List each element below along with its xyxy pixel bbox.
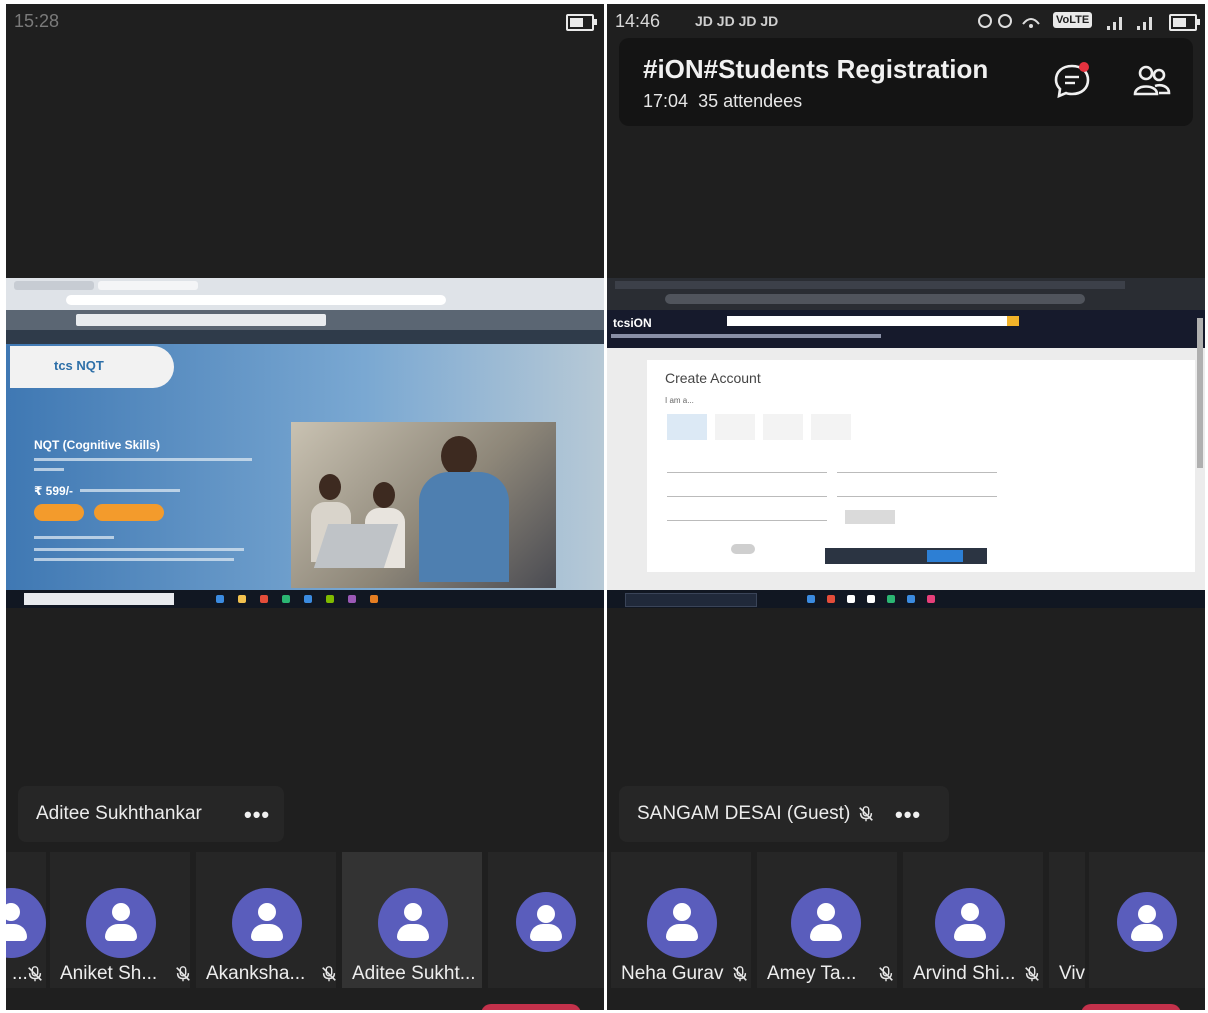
more-options-icon[interactable]: •••	[895, 802, 921, 828]
students-photo	[291, 422, 556, 588]
presenter-name-chip[interactable]: SANGAM DESAI (Guest) •••	[619, 786, 949, 842]
presenter-name: SANGAM DESAI (Guest)	[637, 803, 851, 824]
mic-off-icon	[859, 806, 873, 822]
shared-browser-toolbar	[607, 278, 1205, 310]
participant-name: Aniket Sh...	[60, 963, 158, 984]
participant-name: Neha Gurav	[621, 963, 724, 984]
avatar	[647, 888, 717, 958]
right-meeting-screen: 14:46 JD JD JD JD VoLTE #iON#Students Re…	[607, 4, 1205, 1010]
avatar	[6, 888, 46, 958]
avatar	[232, 888, 302, 958]
wifi-icon	[978, 14, 1040, 28]
tcsion-site-header: tcsiON	[607, 310, 1205, 348]
status-time: 15:28	[14, 11, 60, 31]
participant-name: Amey Ta...	[767, 963, 857, 984]
battery-icon	[566, 14, 597, 31]
nqt-price: ₹ 599/-	[34, 484, 74, 498]
chat-icon[interactable]	[1051, 60, 1093, 102]
participant-name: Aditee Sukht...	[352, 963, 476, 984]
participant-tile[interactable]: Amey Ta...	[757, 852, 897, 988]
meeting-title: #iON#Students Registration	[643, 54, 989, 84]
mic-off-icon	[176, 966, 190, 982]
volte-badge: VoLTE	[1053, 12, 1093, 28]
mic-off-icon	[879, 966, 893, 982]
screen-share-view[interactable]: tcsiON Create Account I am a...	[607, 278, 1205, 608]
participant-name: Viv	[1059, 963, 1086, 984]
participant-name: Akanksha...	[206, 963, 306, 984]
buy-now-button	[34, 504, 84, 521]
more-options-icon[interactable]: •••	[244, 802, 270, 828]
shared-taskbar	[607, 590, 1205, 608]
activate-now-button	[94, 504, 164, 521]
avatar	[516, 892, 576, 952]
participant-name: Arvind Shi...	[913, 963, 1016, 984]
create-account-form: Create Account I am a...	[647, 360, 1195, 572]
create-account-title: Create Account	[665, 370, 761, 386]
left-meeting-screen: 15:28 tcs NQT NQT (Cognitive Skills) ₹ 5…	[6, 4, 604, 1010]
avatar	[791, 888, 861, 958]
avatar	[935, 888, 1005, 958]
end-call-button[interactable]	[481, 1004, 581, 1010]
attendee-count: 35 attendees	[698, 91, 803, 111]
shared-scrollbar	[1197, 318, 1203, 468]
participant-tile[interactable]: ...	[6, 852, 46, 988]
status-bar: 15:28	[6, 4, 604, 38]
meeting-info: 17:04 35 attendees	[643, 91, 802, 112]
participant-tile-active[interactable]: Aditee Sukht...	[342, 852, 482, 988]
participants-icon[interactable]	[1131, 60, 1173, 102]
carrier-labels: JD JD JD JD	[695, 13, 779, 29]
mic-off-icon	[733, 966, 747, 982]
participant-tile[interactable]: Aniket Sh...	[50, 852, 190, 988]
mic-off-icon	[322, 966, 336, 982]
participant-tile[interactable]: Viv	[1049, 852, 1085, 988]
signal-icon	[1107, 17, 1152, 30]
participant-tile[interactable]: Akanksha...	[196, 852, 336, 988]
avatar	[86, 888, 156, 958]
screen-share-view[interactable]: tcs NQT NQT (Cognitive Skills) ₹ 599/-	[6, 278, 604, 608]
participant-tile[interactable]: Arvind Shi...	[903, 852, 1043, 988]
avatar	[378, 888, 448, 958]
status-bar: 14:46 JD JD JD JD VoLTE	[607, 4, 1205, 38]
participant-tile[interactable]	[1089, 852, 1205, 988]
end-call-button[interactable]	[1081, 1004, 1181, 1010]
battery-icon	[1169, 14, 1200, 31]
mic-off-icon	[1025, 966, 1039, 982]
avatar	[1117, 892, 1177, 952]
nqt-title: NQT (Cognitive Skills)	[34, 438, 161, 452]
participant-tile[interactable]: Neha Gurav	[611, 852, 751, 988]
presenter-name-chip[interactable]: Aditee Sukhthankar •••	[18, 786, 284, 842]
participant-tile[interactable]	[488, 852, 604, 988]
shared-browser-toolbar	[6, 278, 604, 310]
shared-taskbar	[6, 590, 604, 608]
meeting-header: #iON#Students Registration 17:04 35 atte…	[619, 38, 1193, 126]
tcs-nqt-logo: tcs NQT	[10, 346, 174, 388]
status-time: 14:46	[615, 11, 661, 31]
meeting-elapsed-time: 17:04	[643, 91, 689, 111]
presenter-name: Aditee Sukhthankar	[36, 803, 202, 824]
mic-off-icon	[28, 966, 42, 982]
